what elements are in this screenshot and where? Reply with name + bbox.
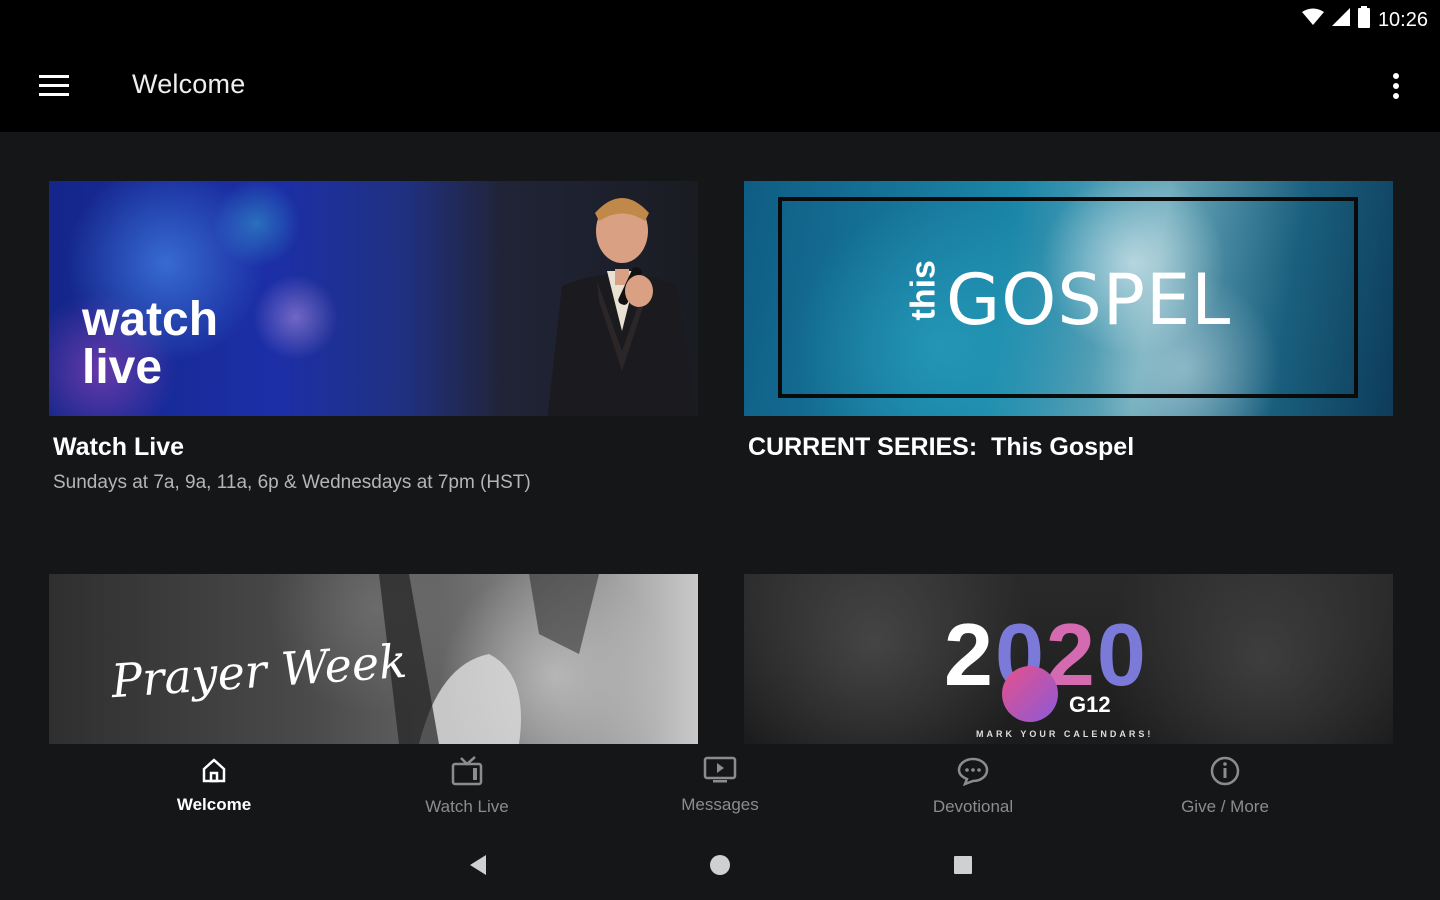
nav-item-watch-live[interactable]: Watch Live: [397, 756, 537, 822]
praying-hands-graphic: [379, 574, 599, 744]
status-icons: 10:26: [1301, 6, 1428, 34]
nav-label: Watch Live: [425, 797, 509, 816]
card-2020-event[interactable]: 2020 G12 MARK YOUR CALENDARS!: [744, 574, 1393, 744]
event-orb-graphic: [1002, 666, 1058, 722]
watch-live-image-text: watch live: [82, 293, 219, 394]
wifi-icon: [1301, 8, 1324, 32]
watch-live-image: watch live: [49, 181, 698, 416]
card-subtitle: Sundays at 7a, 9a, 11a, 6p & Wednesdays …: [53, 472, 531, 493]
event-badge: G12: [1069, 692, 1111, 717]
monitor-play-icon: [703, 756, 737, 789]
nav-item-devotional[interactable]: Devotional: [903, 756, 1043, 822]
nav-label: Welcome: [176, 795, 252, 814]
card-watch-live[interactable]: watch live Watch Live Sundays at 7a, 9a,…: [49, 181, 698, 494]
recents-icon[interactable]: [943, 850, 983, 880]
prayer-week-image-text: Prayer Week: [109, 633, 409, 709]
status-bar: 10:26: [0, 0, 1440, 40]
nav-label: Give / More: [1181, 797, 1269, 816]
back-icon[interactable]: [458, 850, 498, 880]
content-feed: watch live Watch Live Sundays at 7a, 9a,…: [0, 132, 1440, 744]
tv-icon: [451, 756, 483, 791]
card-prayer-week[interactable]: Prayer Week: [49, 574, 698, 744]
nav-item-give-more[interactable]: Give / More: [1155, 756, 1295, 822]
info-icon: [1210, 756, 1240, 791]
home-circle-icon[interactable]: [700, 850, 740, 880]
page-title: Welcome: [132, 69, 246, 99]
card-title: Watch Live: [53, 433, 185, 461]
prayer-week-image: Prayer Week: [49, 574, 698, 744]
app-bar: Welcome: [0, 40, 1440, 132]
nav-label: Devotional: [932, 797, 1014, 816]
event-2020-image: 2020 G12 MARK YOUR CALENDARS!: [744, 574, 1393, 744]
status-time: 10:26: [1377, 8, 1428, 31]
hamburger-menu-icon[interactable]: [28, 62, 80, 110]
series-logo: this GOSPEL: [904, 259, 1232, 341]
battery-icon: [1357, 6, 1370, 34]
nav-label: Messages: [681, 795, 759, 814]
chat-bubble-icon: [957, 756, 989, 791]
event-tagline: MARK YOUR CALENDARS!: [976, 729, 1154, 739]
home-icon: [200, 756, 228, 789]
card-title: CURRENT SERIES: This Gospel: [748, 433, 1135, 461]
card-current-series[interactable]: this GOSPEL CURRENT SERIES: This Gospel: [744, 181, 1393, 462]
system-navigation-bar: [0, 828, 1440, 900]
nav-item-welcome[interactable]: Welcome: [144, 756, 284, 822]
signal-icon: [1331, 8, 1350, 32]
nav-item-messages[interactable]: Messages: [650, 756, 790, 822]
more-vert-icon[interactable]: [1378, 62, 1414, 110]
series-image: this GOSPEL: [744, 181, 1393, 416]
preacher-figure: [547, 198, 697, 416]
bottom-navigation: Welcome Watch Live Messages Devotional G…: [0, 744, 1440, 828]
